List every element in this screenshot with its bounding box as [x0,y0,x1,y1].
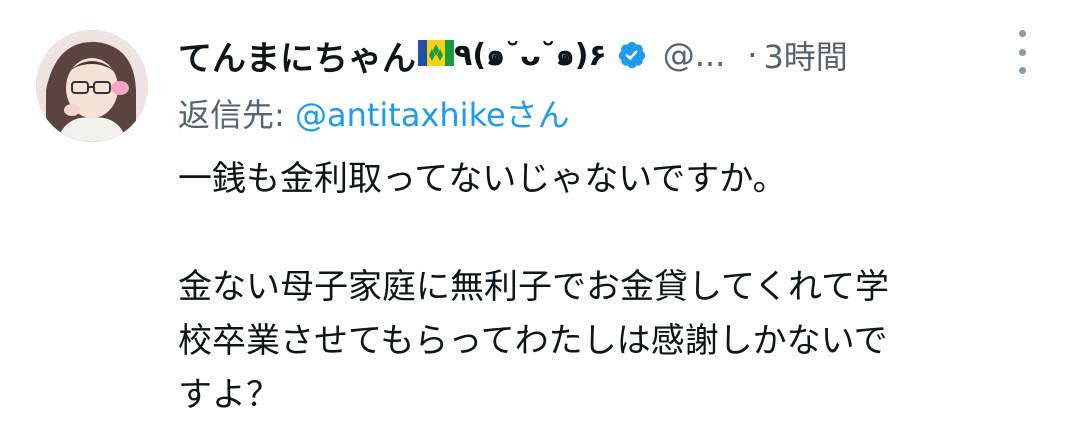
display-name-kaomoji[interactable]: ٩(๑˘ᴗ˘๑)۶ [454,32,607,79]
separator-dot: · [747,36,758,74]
tweet-header: てんまにちゃん ٩(๑˘ᴗ˘๑)۶ @... · 3時間 [178,28,1038,82]
display-name[interactable]: てんまにちゃん [178,31,416,80]
tweet-line: 金ない母子家庭に無利子でお金貸してくれて学 [178,267,889,307]
more-vertical-icon[interactable] [1012,30,1032,74]
tweet-paragraph: 一銭も金利取ってないじゃないですか。 [178,159,787,199]
avatar-image [36,30,148,142]
tweet-line: すよ？ [178,375,280,415]
reply-context: 返信先: @antitaxhikeさん [178,90,570,136]
reply-prefix: 返信先: [178,96,295,134]
reply-mention-link[interactable]: @antitaxhike [295,96,506,134]
tweet-text: 一銭も金利取ってないじゃないですか。 金ない母子家庭に無利子でお金貸してくれて学… [178,152,1028,422]
user-handle[interactable]: @... [663,36,726,74]
more-dot [1018,67,1026,74]
timestamp[interactable]: 3時間 [763,32,847,78]
tweet[interactable]: てんまにちゃん ٩(๑˘ᴗ˘๑)۶ @... · 3時間 返信先: @antit… [0,0,1079,432]
verified-badge-icon [618,41,645,69]
saint-vincent-flag-icon [418,40,454,66]
more-dot [1018,30,1026,37]
reply-suffix: さん [505,96,570,134]
avatar[interactable] [36,30,148,142]
more-dot [1018,48,1026,56]
tweet-line: 校卒業させてもらってわたしは感謝しかないで [178,321,888,361]
